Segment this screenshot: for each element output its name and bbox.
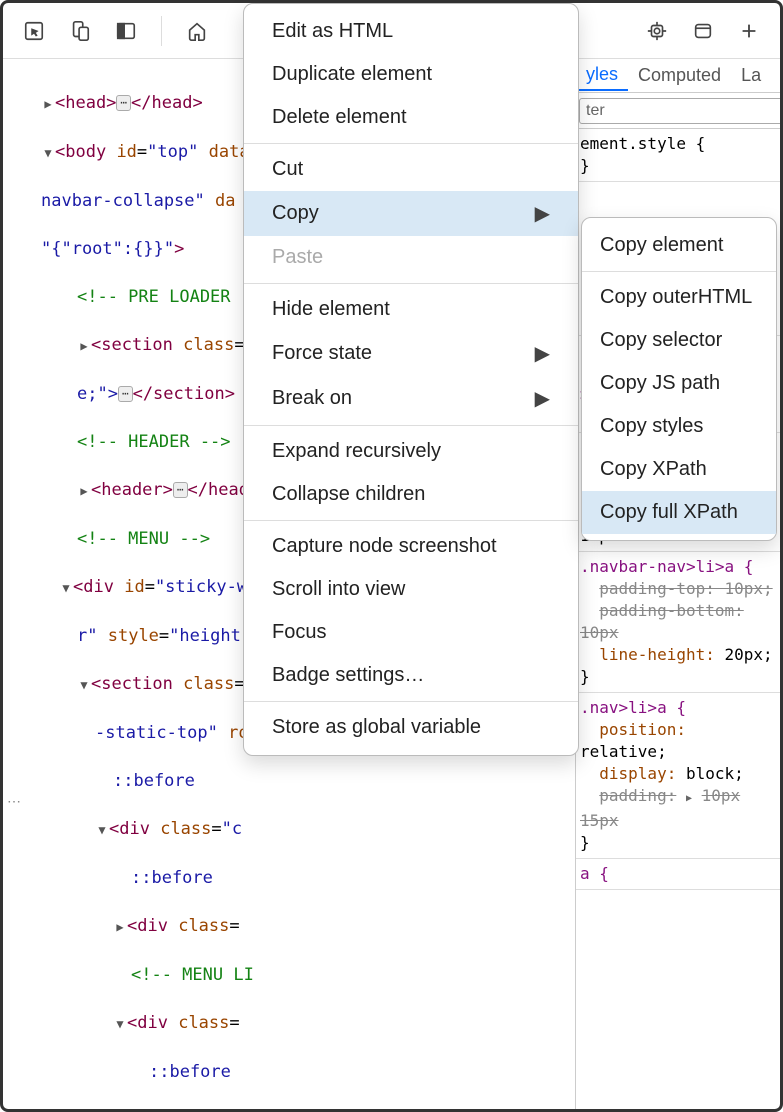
ctx-scroll[interactable]: Scroll into view (244, 568, 578, 611)
style-rule[interactable]: .nav>li>a { position: relative; display:… (576, 693, 780, 859)
panel-icon[interactable] (115, 20, 137, 42)
ellipsis-icon: ⋯ (116, 95, 131, 111)
tab-styles[interactable]: yles (576, 60, 628, 91)
tab-computed[interactable]: Computed (628, 61, 731, 90)
ctx-delete[interactable]: Delete element (244, 96, 578, 139)
ctx-hide[interactable]: Hide element (244, 288, 578, 331)
home-icon[interactable] (186, 20, 208, 42)
ctx-store[interactable]: Store as global variable (244, 706, 578, 749)
sub-copy-full-xpath[interactable]: Copy full XPath (582, 491, 776, 534)
chevron-right-icon: ▶ (535, 201, 550, 226)
style-rule[interactable]: ement.style { } (576, 129, 780, 182)
filter-input[interactable] (579, 98, 780, 124)
sub-copy-xpath[interactable]: Copy XPath (582, 448, 776, 491)
side-tabs: yles Computed La (576, 59, 780, 93)
chevron-right-icon: ▶ (535, 341, 550, 366)
context-menu: Edit as HTML Duplicate element Delete el… (243, 3, 579, 756)
ctx-copy[interactable]: Copy▶ (244, 191, 578, 236)
ctx-badge[interactable]: Badge settings… (244, 654, 578, 697)
chevron-right-icon: ▶ (535, 386, 550, 411)
ctx-duplicate[interactable]: Duplicate element (244, 53, 578, 96)
sub-copy-outer[interactable]: Copy outerHTML (582, 276, 776, 319)
ctx-focus[interactable]: Focus (244, 611, 578, 654)
ctx-break-on[interactable]: Break on▶ (244, 376, 578, 421)
window-icon[interactable] (692, 20, 714, 42)
new-tab-icon[interactable] (738, 20, 760, 42)
style-rule[interactable]: .navbar-nav>li>a { padding-top: 10px; pa… (576, 552, 780, 693)
ctx-cut[interactable]: Cut (244, 148, 578, 191)
copy-submenu: Copy element Copy outerHTML Copy selecto… (581, 217, 777, 541)
sub-copy-styles[interactable]: Copy styles (582, 405, 776, 448)
sub-copy-element[interactable]: Copy element (582, 224, 776, 267)
sub-copy-js[interactable]: Copy JS path (582, 362, 776, 405)
gutter-ellipsis-icon: ⋯ (7, 793, 21, 810)
inspect-icon[interactable] (23, 20, 45, 42)
sub-copy-selector[interactable]: Copy selector (582, 319, 776, 362)
ctx-expand[interactable]: Expand recursively (244, 430, 578, 473)
style-rule[interactable]: a { (576, 859, 780, 890)
ctx-capture[interactable]: Capture node screenshot (244, 525, 578, 568)
ctx-paste: Paste (244, 236, 578, 279)
device-icon[interactable] (69, 20, 91, 42)
tab-layout[interactable]: La (731, 61, 771, 90)
ctx-collapse[interactable]: Collapse children (244, 473, 578, 516)
ctx-force-state[interactable]: Force state▶ (244, 331, 578, 376)
ctx-edit-html[interactable]: Edit as HTML (244, 10, 578, 53)
extension-icon[interactable] (646, 20, 668, 42)
